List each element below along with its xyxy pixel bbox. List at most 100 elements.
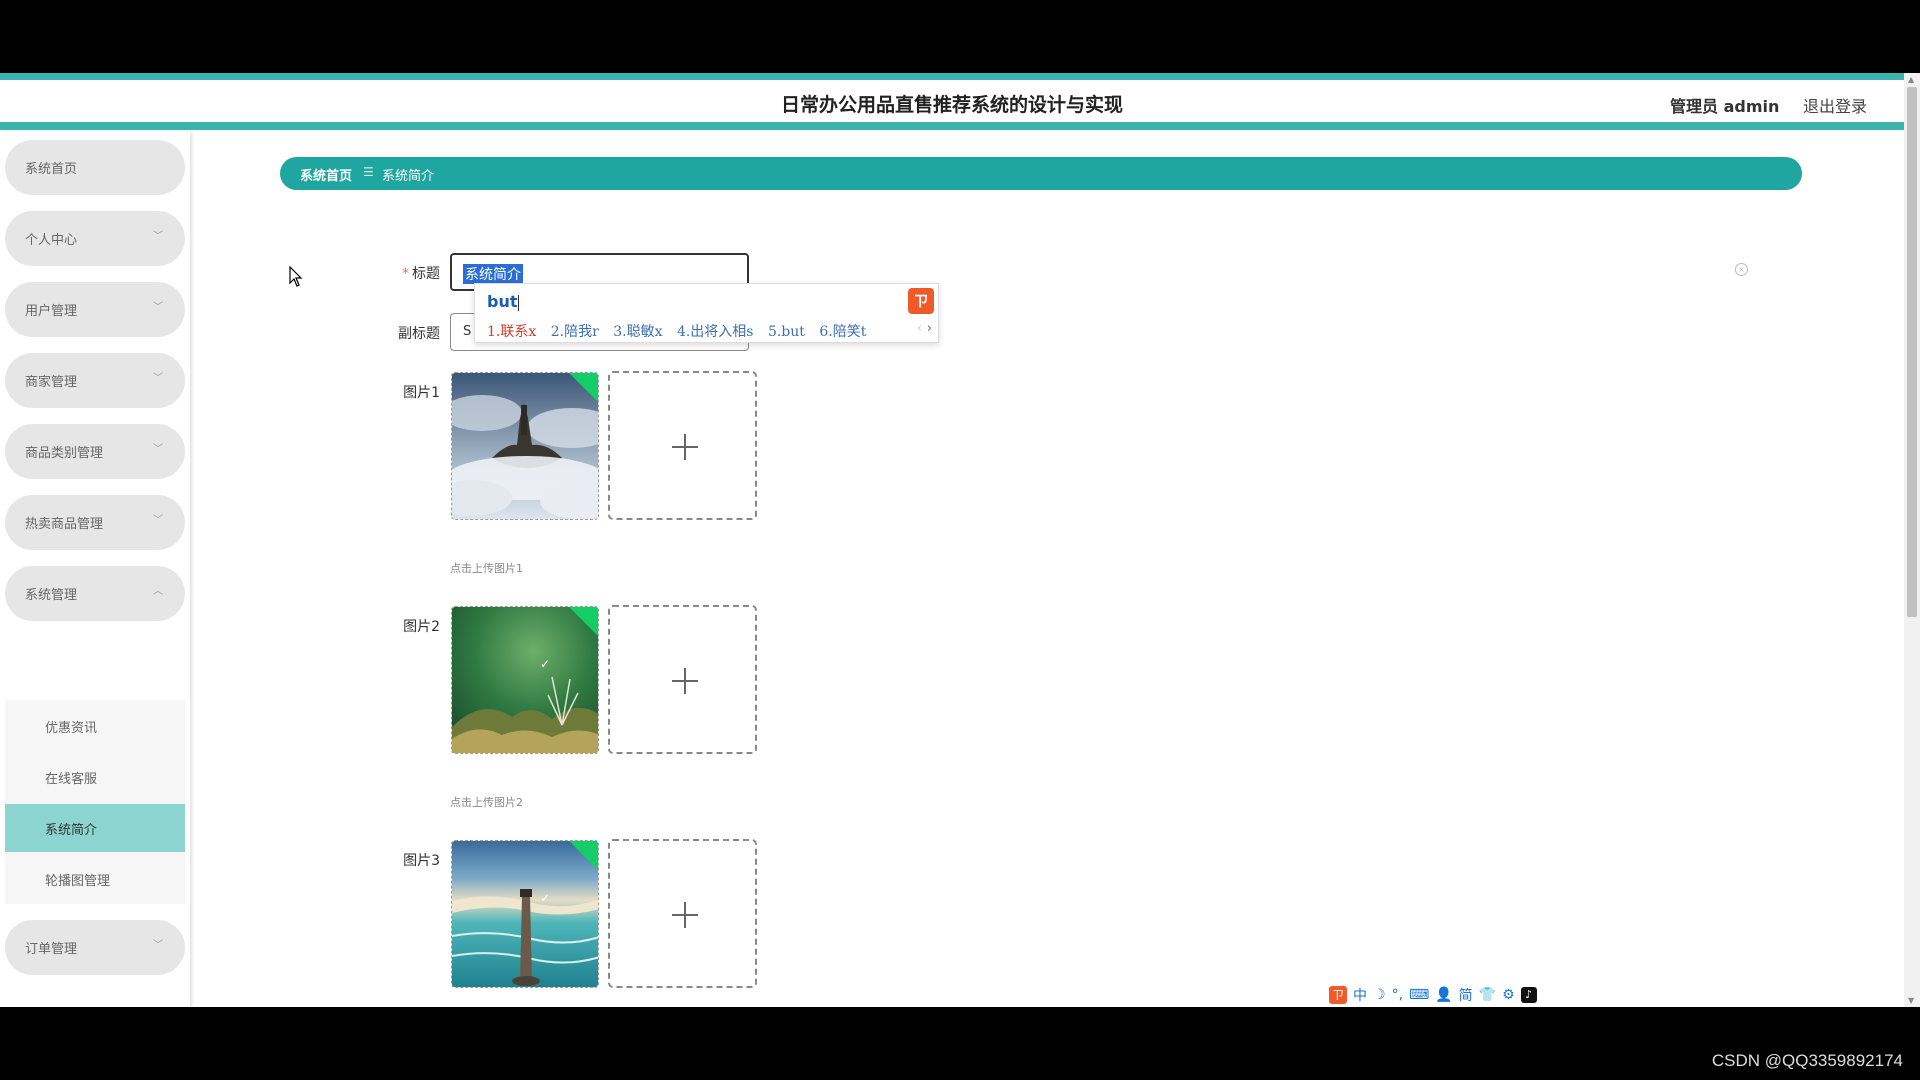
title-label: * 标题	[370, 263, 440, 283]
ime-candidate[interactable]: 1.联系x	[487, 324, 536, 340]
submenu-item-label: 在线客服	[45, 772, 98, 787]
page-scrollbar[interactable]: ▲ ▼	[1904, 73, 1920, 1007]
gear-icon[interactable]: ⚙	[1502, 987, 1515, 1003]
chevron-down-icon: ﹀	[153, 373, 163, 384]
ime-composition: but	[487, 292, 519, 311]
skin-icon[interactable]: 👕	[1479, 987, 1496, 1003]
sidebar-item-orders[interactable]: 订单管理 ﹀	[5, 920, 185, 975]
app-title: 日常办公用品直售推荐系统的设计与实现	[780, 94, 1123, 116]
watermark: CSDN @QQ3359892174	[1711, 1051, 1903, 1070]
clear-circle-icon[interactable]: ×	[1735, 263, 1748, 276]
ime-mode-chinese-icon[interactable]: 中	[1353, 985, 1367, 1005]
chevron-down-icon: ﹀	[153, 231, 163, 242]
sidebar-item-label: 系统首页	[25, 162, 78, 177]
sidebar-item-label: 商品类别管理	[25, 446, 104, 461]
upload-image-2-button[interactable]	[608, 605, 757, 754]
ime-candidates: 1.联系x 2.陪我r 3.聪敏x 4.出将入相s 5.but 6.陪笑t	[487, 321, 876, 341]
sidebar-item-users[interactable]: 用户管理 ﹀	[5, 282, 185, 337]
upload-image-1-button[interactable]	[608, 371, 757, 520]
ime-next-page-icon[interactable]: ›	[927, 321, 932, 336]
scroll-up-arrow-icon[interactable]: ▲	[1908, 75, 1914, 84]
upload-image-3-button[interactable]	[608, 839, 757, 988]
subtitle-input-value: S	[463, 324, 472, 339]
user-icon[interactable]: 👤	[1435, 987, 1452, 1003]
sidebar-item-label: 用户管理	[25, 304, 78, 319]
sogou-logo-icon[interactable]: ㄗ	[1329, 986, 1347, 1004]
ime-candidate[interactable]: 5.but	[768, 324, 805, 340]
uploaded-image-3[interactable]: ✓	[451, 840, 599, 988]
submenu-item-label: 系统简介	[45, 823, 98, 838]
subtitle-label: 副标题	[398, 326, 440, 342]
title-input-value: 系统简介	[463, 264, 523, 284]
submenu-item-system-intro[interactable]: 系统简介	[5, 804, 185, 852]
ime-candidate[interactable]: 3.聪敏x	[613, 324, 662, 340]
ime-candidate[interactable]: 6.陪笑t	[819, 324, 866, 340]
foggy-castle-photo	[452, 373, 598, 519]
ime-status-toolbar: ㄗ 中 ☽ °, ⌨ 👤 简 👕 ⚙ ♪	[1325, 985, 1541, 1005]
sidebar-item-label: 订单管理	[25, 942, 78, 957]
uploaded-image-2[interactable]: ✓	[451, 606, 599, 754]
check-icon: ✓	[540, 657, 551, 671]
image1-label: 图片1	[403, 385, 440, 401]
chevron-up-icon: ︿	[153, 586, 163, 597]
sidebar: 系统首页 个人中心 ﹀ 用户管理 ﹀ 商家管理 ﹀ 商品类别管理 ﹀ 热卖商品管…	[0, 132, 190, 1007]
breadcrumb-home[interactable]: 系统首页	[300, 165, 352, 184]
sogou-logo-icon: ㄗ	[908, 288, 934, 314]
title-label-text: 标题	[412, 266, 440, 282]
submenu-item-label: 优惠资讯	[45, 721, 98, 736]
check-icon: ✓	[540, 891, 551, 905]
breadcrumb-separator-icon: ☰	[363, 165, 374, 179]
sidebar-item-home[interactable]: 系统首页	[5, 140, 185, 195]
simplified-icon[interactable]: 简	[1459, 985, 1473, 1005]
text-caret	[517, 294, 519, 311]
chevron-down-icon: ﹀	[153, 302, 163, 313]
lighthouse-beach-photo	[452, 841, 598, 987]
sidebar-item-merchants[interactable]: 商家管理 ﹀	[5, 353, 185, 408]
ime-prev-page-icon[interactable]: ‹	[917, 321, 922, 336]
chevron-down-icon: ﹀	[153, 444, 163, 455]
punctuation-icon[interactable]: °,	[1392, 987, 1403, 1003]
sidebar-item-profile[interactable]: 个人中心 ﹀	[5, 211, 185, 266]
required-mark: *	[402, 266, 409, 282]
submenu-item-promotions[interactable]: 优惠资讯	[5, 702, 185, 750]
sidebar-item-label: 个人中心	[25, 233, 78, 248]
keyboard-icon[interactable]: ⌨	[1409, 987, 1429, 1003]
ime-candidate[interactable]: 2.陪我r	[551, 324, 599, 340]
sidebar-item-label: 系统管理	[25, 588, 78, 603]
system-submenu: 优惠资讯 在线客服 系统简介 轮播图管理	[5, 700, 185, 904]
plus-icon	[684, 668, 686, 694]
header-bottom-bar	[0, 122, 1904, 130]
grass-macro-photo	[452, 607, 598, 753]
sidebar-item-hot-products[interactable]: 热卖商品管理 ﹀	[5, 495, 185, 550]
browser-viewport: 日常办公用品直售推荐系统的设计与实现 管理员 admin 退出登录 系统首页 个…	[0, 73, 1920, 1007]
douyin-icon[interactable]: ♪	[1520, 987, 1537, 1003]
sidebar-item-label: 商家管理	[25, 375, 78, 390]
sidebar-item-system[interactable]: 系统管理 ︿	[5, 566, 185, 621]
ime-candidate-popup: but ㄗ 1.联系x 2.陪我r 3.聪敏x 4.出将入相s 5.but 6.…	[474, 283, 939, 343]
header: 日常办公用品直售推荐系统的设计与实现 管理员 admin 退出登录	[0, 80, 1904, 126]
submenu-item-label: 轮播图管理	[45, 874, 111, 889]
upload-hint-1: 点击上传图片1	[450, 562, 523, 575]
ime-composition-text: but	[487, 292, 518, 311]
chevron-down-icon: ﹀	[153, 515, 163, 526]
plus-icon	[684, 434, 686, 460]
image2-label: 图片2	[403, 619, 440, 635]
breadcrumb-current: 系统简介	[382, 169, 435, 184]
ime-candidate[interactable]: 4.出将入相s	[677, 324, 754, 340]
chevron-down-icon: ﹀	[153, 940, 163, 951]
sidebar-item-label: 热卖商品管理	[25, 517, 104, 532]
mouse-cursor-icon	[289, 266, 303, 287]
submenu-item-customer-service[interactable]: 在线客服	[5, 753, 185, 801]
logout-button[interactable]: 退出登录	[1803, 93, 1867, 117]
scrollbar-thumb[interactable]	[1907, 87, 1917, 617]
uploaded-image-1[interactable]	[451, 372, 599, 520]
scroll-down-arrow-icon[interactable]: ▼	[1908, 996, 1914, 1005]
plus-icon	[684, 902, 686, 928]
image3-label: 图片3	[403, 853, 440, 869]
submenu-item-carousel[interactable]: 轮播图管理	[5, 855, 185, 903]
sidebar-item-categories[interactable]: 商品类别管理 ﹀	[5, 424, 185, 479]
screen: 日常办公用品直售推荐系统的设计与实现 管理员 admin 退出登录 系统首页 个…	[0, 0, 1920, 1080]
current-user: 管理员 admin	[1670, 97, 1780, 116]
upload-hint-2: 点击上传图片2	[450, 796, 523, 809]
moon-icon[interactable]: ☽	[1373, 987, 1386, 1003]
